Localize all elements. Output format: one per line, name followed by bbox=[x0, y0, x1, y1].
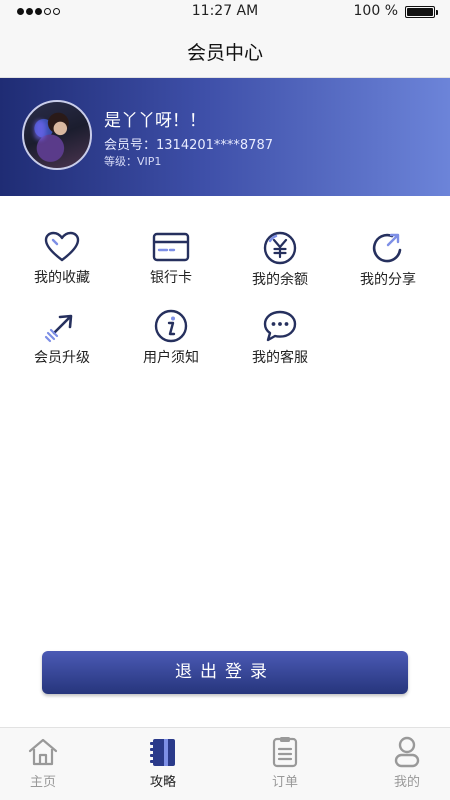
feature-label: 用户须知 bbox=[143, 350, 199, 366]
battery-percent: 100 % bbox=[353, 3, 398, 19]
status-bar: 11:27 AM 100 % bbox=[0, 0, 450, 24]
tab-orders[interactable]: 订单 bbox=[240, 736, 330, 790]
upgrade-arrow-icon bbox=[44, 314, 73, 343]
feature-balance[interactable]: 我的余额 bbox=[225, 231, 335, 301]
home-icon bbox=[28, 738, 58, 766]
chat-icon bbox=[263, 310, 297, 342]
share-icon bbox=[372, 233, 402, 263]
yen-icon bbox=[263, 231, 297, 265]
page-title: 会员中心 bbox=[186, 42, 263, 64]
avatar[interactable] bbox=[22, 100, 92, 170]
tab-label: 我的 bbox=[393, 775, 420, 790]
tab-label: 订单 bbox=[271, 775, 298, 790]
battery-icon bbox=[405, 6, 438, 18]
feature-bank-card[interactable]: 银行卡 bbox=[116, 231, 226, 301]
order-list-icon bbox=[272, 737, 298, 768]
tab-home[interactable]: 主页 bbox=[0, 736, 88, 790]
tab-label: 攻略 bbox=[149, 775, 176, 790]
tab-guide[interactable]: 攻略 bbox=[118, 736, 208, 790]
feature-user-notice[interactable]: 用户须知 bbox=[116, 309, 226, 379]
member-number: 会员号：1314201****8787 bbox=[104, 138, 273, 153]
tab-bar: 主页 攻略 订单 我的 bbox=[0, 727, 450, 800]
heart-icon bbox=[44, 231, 80, 262]
feature-upgrade[interactable]: 会员升级 bbox=[7, 309, 117, 379]
feature-label: 我的客服 bbox=[252, 350, 308, 366]
member-header: 是丫丫呀！！ 会员号：1314201****8787 等级：VIP1 bbox=[0, 78, 450, 196]
feature-label: 我的收藏 bbox=[34, 270, 90, 286]
notebook-icon bbox=[150, 739, 175, 766]
nav-bar: 会员中心 bbox=[0, 24, 450, 78]
tab-mine[interactable]: 我的 bbox=[362, 736, 450, 790]
member-level: 等级：VIP1 bbox=[104, 155, 162, 168]
feature-customer-service[interactable]: 我的客服 bbox=[225, 309, 335, 379]
feature-label: 我的余额 bbox=[252, 272, 308, 288]
feature-favorites[interactable]: 我的收藏 bbox=[7, 231, 117, 301]
user-icon bbox=[394, 736, 420, 768]
bank-card-icon bbox=[152, 232, 190, 262]
info-icon bbox=[154, 309, 188, 343]
tab-label: 主页 bbox=[29, 775, 56, 790]
feature-share[interactable]: 我的分享 bbox=[333, 231, 443, 301]
feature-label: 会员升级 bbox=[34, 350, 90, 366]
user-name: 是丫丫呀！！ bbox=[104, 111, 206, 131]
feature-label: 我的分享 bbox=[360, 272, 416, 288]
feature-label: 银行卡 bbox=[150, 270, 192, 286]
logout-button[interactable]: 退出登录 bbox=[42, 651, 408, 694]
